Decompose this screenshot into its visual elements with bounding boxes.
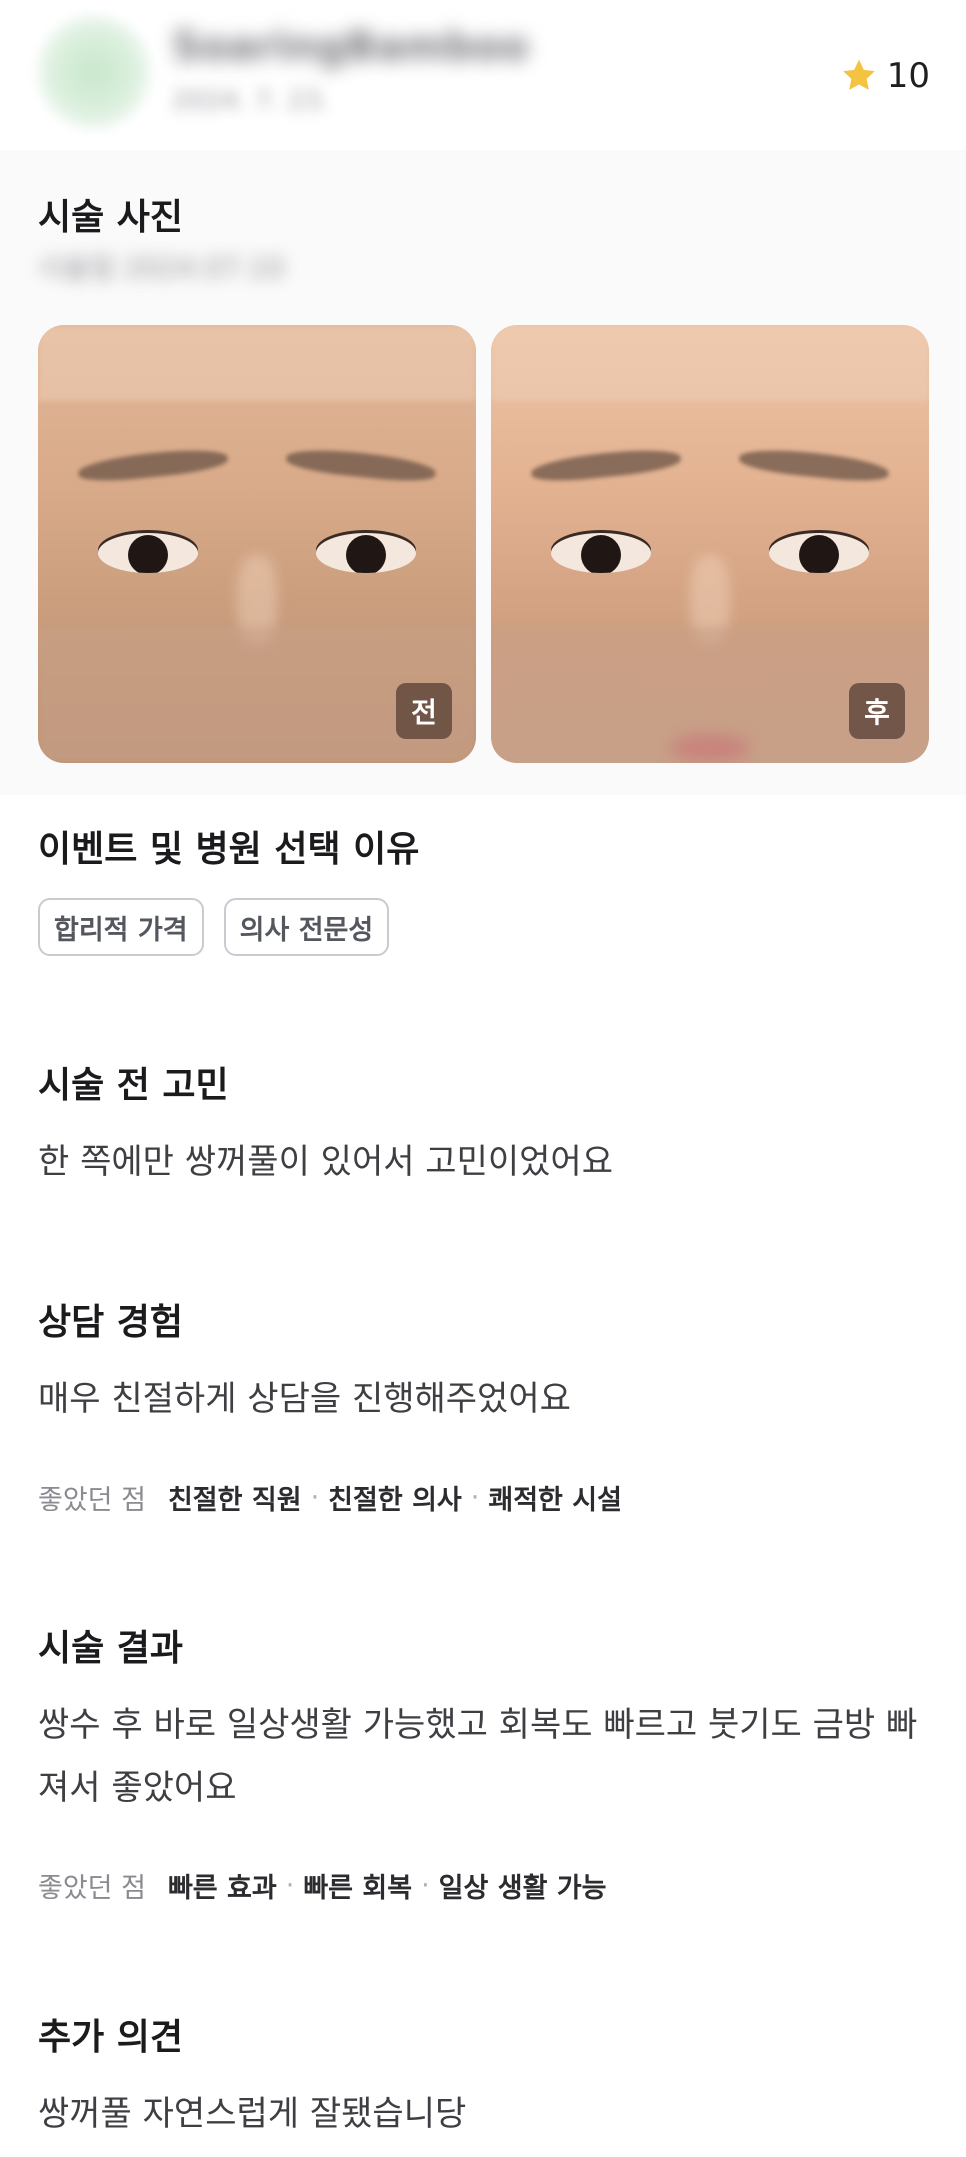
section-title-result: 시술 결과 — [38, 1628, 184, 1669]
before-badge: 전 — [396, 683, 452, 739]
after-photo[interactable]: 후 — [491, 325, 929, 763]
before-photo[interactable]: 전 — [38, 325, 476, 763]
review-header: SoaringBamboo 2024. 7. 23. 10 — [0, 0, 966, 150]
good-point: 친절한 직원 — [167, 1485, 302, 1516]
extra-text: 쌍꺼풀 자연스럽게 잘됐습니당 — [38, 2094, 467, 2134]
good-points-label: 좋았던 점 — [38, 1485, 146, 1516]
photos-section: 시술 사진 시술일 2024.07.10 전 후 — [0, 150, 966, 795]
photo-date: 시술일 2024.07.10 — [38, 251, 285, 284]
section-title-concern: 시술 전 고민 — [38, 1065, 229, 1106]
good-points-label: 좋았던 점 — [38, 1873, 146, 1904]
reason-tags: 합리적 가격 의사 전문성 — [38, 898, 409, 956]
good-point: 일상 생활 가능 — [438, 1873, 607, 1904]
separator-dot: · — [421, 1870, 430, 1901]
avatar[interactable] — [38, 16, 150, 128]
reason-tag: 의사 전문성 — [223, 898, 390, 956]
section-title-extra: 추가 의견 — [38, 2017, 184, 2058]
separator-dot: · — [285, 1870, 295, 1901]
concern-text: 한 쪽에만 쌍꺼풀이 있어서 고민이었어요 — [38, 1142, 613, 1182]
separator-dot: · — [310, 1482, 320, 1513]
after-badge: 후 — [849, 683, 905, 739]
review-date: 2024. 7. 23. — [172, 86, 330, 116]
username[interactable]: SoaringBamboo — [172, 24, 529, 70]
good-point: 쾌적한 시설 — [488, 1485, 622, 1516]
section-title-photos: 시술 사진 — [38, 197, 184, 238]
review-page: SoaringBamboo 2024. 7. 23. 10 시술 사진 시술일 … — [0, 0, 966, 2157]
section-title-reasons: 이벤트 및 병원 선택 이유 — [38, 829, 420, 870]
good-point: 빠른 효과 — [167, 1873, 277, 1904]
star-icon — [842, 59, 875, 90]
consultation-good-points: 좋았던 점 친절한 직원 · 친절한 의사 · 쾌적한 시설 — [38, 1478, 622, 1517]
good-point: 빠른 회복 — [303, 1873, 413, 1904]
rating: 10 — [839, 56, 930, 96]
result-text: 쌍수 후 바로 일상생활 가능했고 회복도 빠르고 붓기도 금방 빠져서 좋았어… — [38, 1705, 918, 1808]
result-good-points: 좋았던 점 빠른 효과 · 빠른 회복 · 일상 생활 가능 — [38, 1866, 607, 1905]
consultation-text: 매우 친절하게 상담을 진행해주었어요 — [38, 1379, 571, 1419]
section-title-consultation: 상담 경험 — [38, 1302, 184, 1343]
reason-tag: 합리적 가격 — [38, 898, 204, 956]
separator-dot: · — [470, 1482, 480, 1513]
rating-value: 10 — [886, 56, 930, 96]
good-point: 친절한 의사 — [328, 1485, 462, 1516]
